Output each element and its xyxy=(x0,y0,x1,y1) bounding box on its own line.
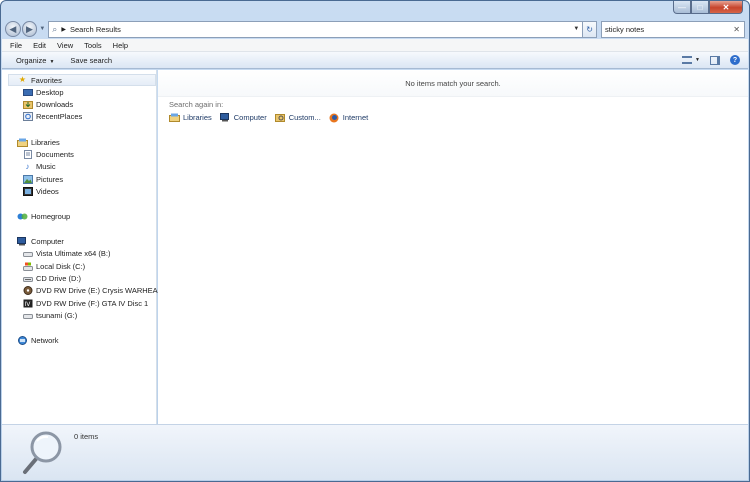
forward-arrow-icon: ▶ xyxy=(26,23,33,34)
libraries-icon xyxy=(169,113,180,122)
menu-edit[interactable]: Edit xyxy=(33,41,46,50)
breadcrumb-separator-icon[interactable]: ▶ xyxy=(61,26,66,33)
search-again-options: Libraries Computer Custom... Internet xyxy=(169,113,376,122)
menu-file[interactable]: File xyxy=(10,41,22,50)
back-button[interactable]: ◀ xyxy=(5,21,21,37)
command-bar: Organize ▼ Save search ▼ ? xyxy=(2,52,748,69)
nav-libraries[interactable]: Libraries xyxy=(17,137,60,148)
chevron-down-icon: ▼ xyxy=(49,58,55,65)
explorer-window: — □ ✕ ◀ ▶ ▼ ⌕ ▶ Search Results ▼ ↻ stick… xyxy=(0,0,750,482)
refresh-icon: ↻ xyxy=(586,24,593,34)
libraries-icon xyxy=(17,138,28,147)
removable-drive-icon xyxy=(22,311,33,320)
minimize-button[interactable]: — xyxy=(673,1,691,14)
nav-homegroup[interactable]: Homegroup xyxy=(17,211,70,222)
nav-drive-e[interactable]: DVD RW Drive (E:) Crysis WARHEAD(R) xyxy=(22,285,174,296)
search-folder-icon: ⌕ xyxy=(52,23,58,34)
homegroup-icon xyxy=(17,212,28,221)
nav-drive-b[interactable]: Vista Ultimate x64 (B:) xyxy=(22,248,110,259)
documents-icon xyxy=(22,150,33,159)
view-dropdown-icon[interactable]: ▼ xyxy=(695,57,700,63)
menu-tools[interactable]: Tools xyxy=(84,41,102,50)
search-again-computer[interactable]: Computer xyxy=(219,113,267,122)
nav-drive-g[interactable]: tsunami (G:) xyxy=(22,310,77,321)
svg-text:IV: IV xyxy=(24,301,31,308)
back-arrow-icon: ◀ xyxy=(9,23,17,34)
nav-music[interactable]: ♪ Music xyxy=(22,161,56,172)
details-pane: 0 items xyxy=(2,424,748,480)
organize-button[interactable]: Organize ▼ xyxy=(16,56,54,65)
computer-icon xyxy=(219,113,231,122)
nav-computer[interactable]: Computer xyxy=(17,236,64,247)
custom-folder-icon xyxy=(275,113,286,122)
magnifier-icon xyxy=(23,431,62,474)
desktop-icon xyxy=(22,88,33,97)
help-icon[interactable]: ? xyxy=(730,55,740,65)
caption-buttons: — □ ✕ xyxy=(673,1,743,14)
forward-button[interactable]: ▶ xyxy=(21,21,38,37)
search-again-label: Search again in: xyxy=(169,100,224,109)
refresh-button[interactable]: ↻ xyxy=(583,20,597,38)
nav-videos[interactable]: Videos xyxy=(22,186,59,197)
breadcrumb-search-results[interactable]: Search Results xyxy=(70,25,121,34)
game-disc-icon xyxy=(22,286,33,295)
view-controls: ▼ ? xyxy=(682,55,740,65)
firefox-icon xyxy=(329,113,340,122)
navigation-pane: ★ Favorites Desktop Downloads RecentPlac… xyxy=(2,70,174,424)
nav-pictures[interactable]: Pictures xyxy=(22,174,63,185)
clear-search-icon[interactable]: ✕ xyxy=(733,25,740,34)
gta-disc-icon: IV xyxy=(22,299,33,308)
results-pane: No items match your search. Search again… xyxy=(158,70,748,424)
nav-desktop[interactable]: Desktop xyxy=(22,87,64,98)
nav-drive-f[interactable]: IV DVD RW Drive (F:) GTA IV Disc 1 xyxy=(22,298,148,309)
address-row: ◀ ▶ ▼ ⌕ ▶ Search Results ▼ ↻ sticky note… xyxy=(5,18,745,40)
preview-pane-icon[interactable] xyxy=(710,55,720,65)
system-drive-icon xyxy=(22,262,33,271)
pictures-icon xyxy=(22,175,33,184)
search-again-libraries[interactable]: Libraries xyxy=(169,113,212,122)
maximize-button[interactable]: □ xyxy=(691,1,709,14)
videos-icon xyxy=(22,187,33,196)
nav-recentplaces[interactable]: RecentPlaces xyxy=(22,111,82,122)
address-dropdown-icon[interactable]: ▼ xyxy=(573,26,579,32)
search-box[interactable]: sticky notes ✕ xyxy=(601,20,745,38)
menu-help[interactable]: Help xyxy=(113,41,128,50)
music-icon: ♪ xyxy=(25,161,30,171)
address-bar[interactable]: ⌕ ▶ Search Results ▼ xyxy=(48,20,584,38)
item-count: 0 items xyxy=(74,432,99,441)
menu-bar: File Edit View Tools Help xyxy=(2,39,748,52)
cd-drive-icon xyxy=(22,274,33,283)
nav-favorites[interactable]: ★ Favorites xyxy=(8,74,156,86)
nav-drive-d[interactable]: CD Drive (D:) xyxy=(22,273,81,284)
nav-network[interactable]: Network xyxy=(17,335,59,346)
downloads-icon xyxy=(22,100,33,109)
hard-drive-icon xyxy=(22,249,33,258)
menu-view[interactable]: View xyxy=(57,41,73,50)
computer-icon xyxy=(17,237,28,246)
search-input[interactable]: sticky notes xyxy=(605,25,644,34)
nav-documents[interactable]: Documents xyxy=(22,149,74,160)
search-again-custom[interactable]: Custom... xyxy=(275,113,321,122)
recent-places-icon xyxy=(22,112,33,121)
nav-drive-c[interactable]: Local Disk (C:) xyxy=(22,261,85,272)
empty-results-message: No items match your search. xyxy=(158,70,748,97)
network-icon xyxy=(17,336,28,345)
nav-downloads[interactable]: Downloads xyxy=(22,99,73,110)
save-search-button[interactable]: Save search xyxy=(70,56,112,65)
search-again-internet[interactable]: Internet xyxy=(329,113,368,122)
change-view-icon[interactable] xyxy=(682,56,693,64)
star-icon: ★ xyxy=(18,75,27,84)
recent-pages-dropdown[interactable]: ▼ xyxy=(39,26,45,32)
close-button[interactable]: ✕ xyxy=(709,1,743,14)
